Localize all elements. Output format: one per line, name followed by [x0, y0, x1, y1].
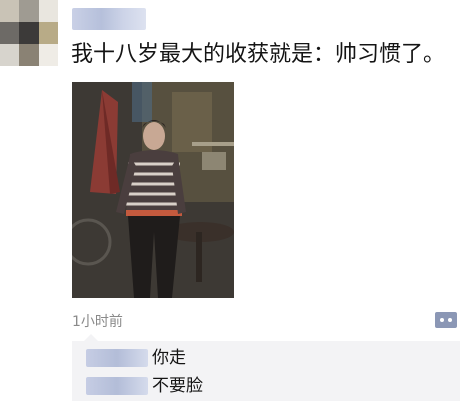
- nickname-blurred[interactable]: [72, 8, 146, 30]
- comment-item[interactable]: 不要脸: [72, 373, 460, 399]
- commenter-name-blurred[interactable]: [86, 377, 148, 395]
- avatar[interactable]: [0, 0, 58, 66]
- comment-list: 你走 不要脸: [72, 334, 460, 401]
- moments-post: 我十八岁最大的收获就是：帅习惯了。 1小时前 你走 不要脸: [0, 0, 460, 401]
- comment-text: 你走: [152, 348, 186, 368]
- photo-illustration: [72, 82, 234, 298]
- post-timestamp: 1小时前: [72, 314, 123, 330]
- comment-text: 不要脸: [152, 376, 203, 396]
- post-photo[interactable]: [72, 82, 234, 298]
- post-text: 我十八岁最大的收获就是：帅习惯了。: [71, 42, 446, 67]
- commenter-name-blurred[interactable]: [86, 349, 148, 367]
- comment-item[interactable]: 你走: [72, 345, 460, 371]
- comment-dots-icon[interactable]: [435, 312, 457, 328]
- comment-caret: [84, 334, 98, 341]
